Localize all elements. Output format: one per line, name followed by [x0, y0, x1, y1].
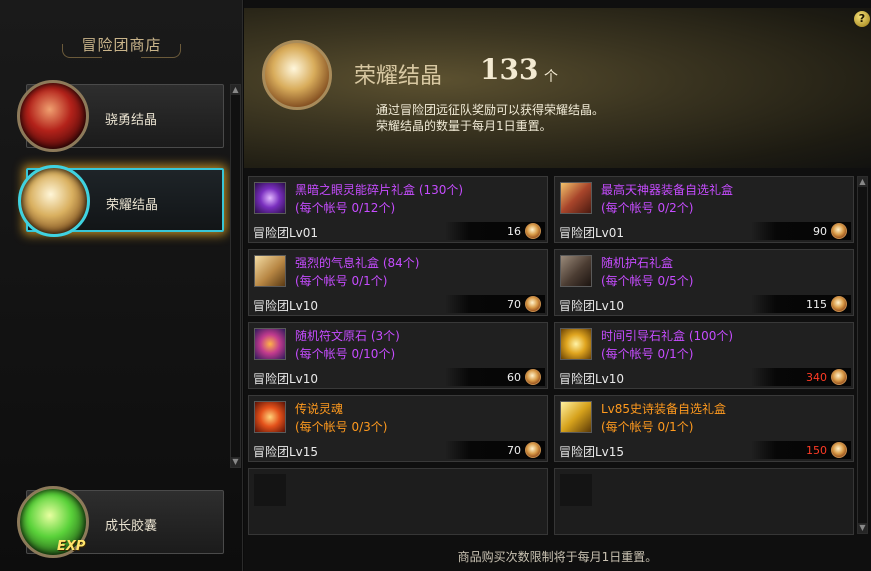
item-price: 150 — [806, 444, 827, 457]
shop-item-card[interactable]: 强烈的气息礼盒 (84个) (每个帐号 0/1个) 冒险团Lv10 70 — [248, 249, 548, 316]
epic-equipment-select-box-icon — [560, 401, 592, 433]
glory-crystal-icon — [18, 165, 90, 237]
item-limit: (每个帐号 0/12个) — [295, 201, 396, 215]
sidebar-item-label: 荣耀结晶 — [106, 198, 159, 213]
item-name: Lv85史诗装备自选礼盒 — [601, 402, 727, 416]
empty-slot-icon — [560, 474, 592, 506]
sidebar-item-glory-crystal[interactable]: 荣耀结晶 — [18, 165, 224, 237]
item-name: 最高天神器装备自选礼盒 — [601, 183, 734, 197]
currency-unit: 个 — [544, 69, 558, 85]
shop-item-card[interactable]: Lv85史诗装备自选礼盒 (每个帐号 0/1个) 冒险团Lv15 150 — [554, 395, 854, 462]
scroll-up-icon[interactable]: ▲ — [858, 177, 867, 187]
item-price: 340 — [806, 371, 827, 384]
shop-item-card[interactable]: 最高天神器装备自选礼盒 (每个帐号 0/2个) 冒险团Lv01 90 — [554, 176, 854, 243]
valor-crystal-icon — [17, 80, 89, 152]
sidebar-item-label: 骁勇结晶 — [105, 113, 158, 128]
item-required-level: 冒险团Lv01 — [253, 226, 319, 240]
item-price: 70 — [507, 444, 521, 457]
item-name: 时间引导石礼盒 (100个) — [601, 329, 734, 343]
item-limit: (每个帐号 0/1个) — [295, 274, 388, 288]
item-name: 黑暗之眼灵能碎片礼盒 (130个) — [295, 183, 464, 197]
glory-crystal-coin-icon — [525, 296, 541, 312]
currency-description: 通过冒险团远征队奖励可以获得荣耀结晶。 荣耀结晶的数量于每月1日重置。 — [376, 102, 604, 134]
sidebar-item-growth-capsule[interactable]: EXP 成长胶囊 — [17, 486, 224, 558]
glory-crystal-coin-icon — [525, 223, 541, 239]
item-name: 强烈的气息礼盒 (84个) — [295, 256, 420, 270]
dark-eye-shard-box-icon — [254, 182, 286, 214]
empty-item-slot — [248, 468, 548, 535]
item-required-level: 冒险团Lv15 — [559, 445, 625, 459]
currency-name: 荣耀结晶 — [354, 64, 443, 89]
shop-item-card[interactable]: 随机符文原石 (3个) (每个帐号 0/10个) 冒险团Lv10 60 — [248, 322, 548, 389]
item-required-level: 冒险团Lv01 — [559, 226, 625, 240]
shop-main-panel: 荣耀结晶 133 个 通过冒险团远征队奖励可以获得荣耀结晶。 荣耀结晶的数量于每… — [244, 0, 871, 571]
random-rune-stone-icon — [254, 328, 286, 360]
time-guide-stone-box-icon — [560, 328, 592, 360]
legendary-soul-icon — [254, 401, 286, 433]
description-line-2: 荣耀结晶的数量于每月1日重置。 — [376, 119, 552, 133]
item-price: 115 — [806, 298, 827, 311]
item-price: 90 — [813, 225, 827, 238]
item-required-level: 冒险团Lv10 — [559, 372, 625, 386]
empty-item-slot — [554, 468, 854, 535]
item-list-scrollbar[interactable]: ▲ ▼ — [857, 176, 868, 534]
help-icon[interactable]: ? — [854, 11, 870, 27]
item-limit: (每个帐号 0/10个) — [295, 347, 396, 361]
scroll-down-icon[interactable]: ▼ — [231, 457, 240, 467]
glory-crystal-coin-icon — [831, 442, 847, 458]
item-price: 70 — [507, 298, 521, 311]
item-limit: (每个帐号 0/1个) — [601, 347, 694, 361]
sidebar-scrollbar[interactable]: ▲ ▼ — [230, 84, 241, 468]
shop-item-card[interactable]: 传说灵魂 (每个帐号 0/3个) 冒险团Lv15 70 — [248, 395, 548, 462]
item-limit: (每个帐号 0/1个) — [601, 420, 694, 434]
currency-count: 133 — [480, 53, 539, 86]
item-name: 随机护石礼盒 — [601, 256, 674, 270]
scroll-down-icon[interactable]: ▼ — [858, 523, 867, 533]
shop-sidebar: 冒险团商店 骁勇结晶 荣耀结晶 EXP 成长胶囊 ▲ ▼ — [0, 0, 243, 571]
sidebar-item-valor-crystal[interactable]: 骁勇结晶 — [17, 80, 224, 152]
glory-crystal-coin-icon — [525, 442, 541, 458]
glory-crystal-coin-icon — [831, 369, 847, 385]
scroll-up-icon[interactable]: ▲ — [231, 85, 240, 95]
item-required-level: 冒险团Lv10 — [559, 299, 625, 313]
empty-slot-icon — [254, 474, 286, 506]
item-required-level: 冒险团Lv15 — [253, 445, 319, 459]
sidebar-item-label: 成长胶囊 — [105, 519, 158, 534]
item-name: 传说灵魂 — [295, 402, 344, 416]
item-name: 随机符文原石 (3个) — [295, 329, 400, 343]
currency-header: 荣耀结晶 133 个 通过冒险团远征队奖励可以获得荣耀结晶。 荣耀结晶的数量于每… — [244, 8, 871, 168]
shop-item-card[interactable]: 随机护石礼盒 (每个帐号 0/5个) 冒险团Lv10 115 — [554, 249, 854, 316]
shop-item-card[interactable]: 时间引导石礼盒 (100个) (每个帐号 0/1个) 冒险团Lv10 340 — [554, 322, 854, 389]
artifact-select-box-icon — [560, 182, 592, 214]
purchase-limit-note: 商品购买次数限制将于每月1日重置。 — [457, 550, 658, 564]
glory-crystal-coin-icon — [831, 296, 847, 312]
item-price: 16 — [507, 225, 521, 238]
item-limit: (每个帐号 0/2个) — [601, 201, 694, 215]
item-limit: (每个帐号 0/3个) — [295, 420, 388, 434]
item-limit: (每个帐号 0/5个) — [601, 274, 694, 288]
glory-crystal-large-icon — [262, 40, 332, 110]
random-talisman-box-icon — [560, 255, 592, 287]
exp-badge: EXP — [57, 539, 86, 554]
glory-crystal-coin-icon — [525, 369, 541, 385]
item-required-level: 冒险团Lv10 — [253, 372, 319, 386]
glory-crystal-coin-icon — [831, 223, 847, 239]
shop-title: 冒险团商店 — [81, 36, 162, 54]
description-line-1: 通过冒险团远征队奖励可以获得荣耀结晶。 — [376, 103, 605, 117]
item-required-level: 冒险团Lv10 — [253, 299, 319, 313]
item-price: 60 — [507, 371, 521, 384]
intense-aura-box-icon — [254, 255, 286, 287]
shop-item-card[interactable]: 黑暗之眼灵能碎片礼盒 (130个) (每个帐号 0/12个) 冒险团Lv01 1… — [248, 176, 548, 243]
